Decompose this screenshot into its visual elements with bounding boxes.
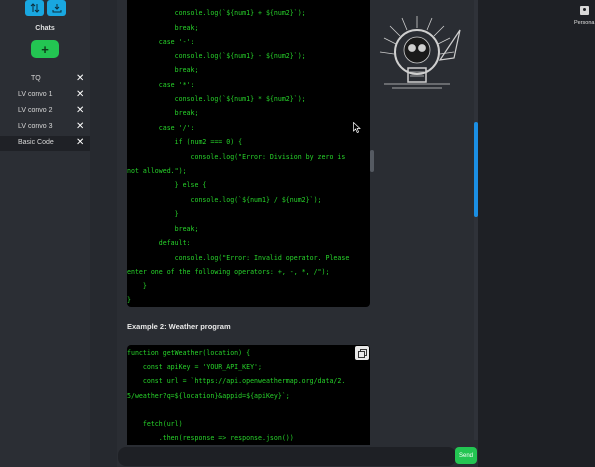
chat-item-label: LV convo 1	[18, 91, 53, 98]
sidebar-divider	[90, 0, 117, 467]
mouse-pointer-icon	[353, 120, 361, 138]
code-line: }	[127, 296, 131, 304]
code-line: console.log(`${num1} - ${num2}`);	[127, 52, 306, 60]
code-line: .then(response => response.json())	[127, 434, 294, 442]
chat-item-lv-convo-1[interactable]: LV convo 1 ✕	[0, 88, 90, 103]
code-line: default:	[127, 239, 191, 247]
code-line: console.log(`${num1} * ${num2}`);	[127, 95, 306, 103]
persona-icon[interactable]	[580, 6, 589, 15]
code-line: } else {	[127, 181, 207, 189]
close-icon[interactable]: ✕	[76, 73, 84, 84]
code-line: const apiKey = 'YOUR_API_KEY';	[127, 363, 262, 371]
persona-label[interactable]: Persona	[574, 20, 595, 26]
chat-item-lv-convo-2[interactable]: LV convo 2 ✕	[0, 104, 90, 119]
code-line: if (num2 === 0) {	[127, 138, 243, 146]
code-block: console.log(`${num1} + ${num2}`); break;…	[127, 0, 370, 307]
code-line: console.log("Error: Division by zero is	[127, 153, 346, 161]
close-icon[interactable]: ✕	[76, 137, 84, 148]
copy-icon	[357, 348, 367, 358]
code-block: function getWeather(location) { const ap…	[127, 345, 370, 445]
chat-item-label: Basic Code	[18, 139, 54, 146]
code-line: break;	[127, 225, 199, 233]
code-line: console.log(`${num1} / ${num2}`);	[127, 196, 322, 204]
code-line: }	[127, 210, 179, 218]
message-input[interactable]	[118, 447, 456, 466]
code-line: break;	[127, 109, 199, 117]
close-icon[interactable]: ✕	[76, 89, 84, 100]
code-line: console.log(`${num1} + ${num2}`);	[127, 9, 306, 17]
copy-code-button[interactable]	[355, 346, 369, 360]
code-line: }	[127, 282, 147, 290]
code-line: console.log("Error: Invalid operator. Pl…	[127, 254, 350, 262]
code-line: break;	[127, 24, 199, 32]
chat-messages: console.log(`${num1} + ${num2}`); break;…	[117, 0, 477, 467]
chats-title: Chats	[35, 25, 55, 32]
astronaut-logo	[379, 16, 461, 89]
new-chat-button[interactable]: +	[31, 40, 59, 58]
code-line: fetch(url)	[127, 420, 183, 428]
example-heading: Example 2: Weather program	[127, 322, 231, 331]
plus-icon: +	[41, 41, 49, 57]
close-icon[interactable]: ✕	[76, 105, 84, 116]
chat-item-label: TQ	[31, 75, 41, 82]
sidebar: Chats + TQ ✕ LV convo 1 ✕ LV convo 2 ✕ L…	[0, 0, 90, 467]
right-panel	[478, 0, 595, 467]
code-line: not allowed.");	[127, 167, 187, 175]
code-line: case '-':	[127, 38, 195, 46]
sort-button[interactable]	[25, 0, 44, 16]
download-icon	[52, 4, 61, 13]
code-line: case '/':	[127, 124, 195, 132]
code-line: enter one of the following operators: +,…	[127, 268, 330, 276]
sort-arrows-icon	[30, 3, 39, 13]
chat-item-lv-convo-3[interactable]: LV convo 3 ✕	[0, 120, 90, 135]
chat-item-label: LV convo 3	[18, 123, 53, 130]
code-line: 5/weather?q=${location}&appid=${apiKey}`…	[127, 392, 290, 400]
code-scrollbar[interactable]	[370, 150, 374, 172]
close-icon[interactable]: ✕	[76, 121, 84, 132]
send-button[interactable]: Send	[455, 447, 477, 464]
chat-item-tq[interactable]: TQ ✕	[0, 72, 90, 87]
download-button[interactable]	[47, 0, 66, 16]
code-line: function getWeather(location) {	[127, 349, 251, 357]
code-line: case '*':	[127, 81, 195, 89]
chat-item-basic-code[interactable]: Basic Code ✕	[0, 136, 90, 151]
chat-item-label: LV convo 2	[18, 107, 53, 114]
code-line: const url = `https://api.openweathermap.…	[127, 377, 346, 385]
code-line: break;	[127, 66, 199, 74]
